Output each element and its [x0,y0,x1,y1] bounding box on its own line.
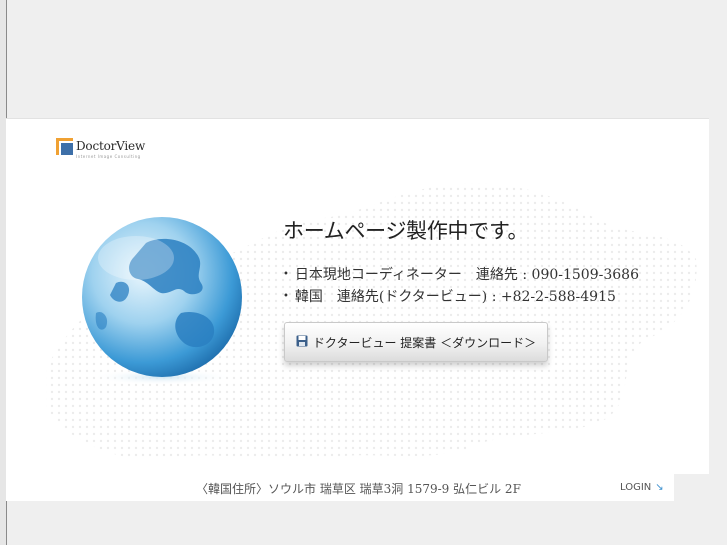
download-button-label: ドクタービュー 提案書 ＜ダウンロード＞ [312,335,537,350]
page-heading: ホームページ製作中です。 [283,219,529,243]
logo-mark-icon [56,137,73,155]
doctorview-logo[interactable]: DoctorView Internet Image Consulting [56,135,146,159]
company-address: 〈韓国住所〉ソウル市 瑞草区 瑞草3洞 1579-9 弘仁ビル 2F [196,482,521,496]
logo-tagline: Internet Image Consulting [76,154,141,159]
login-link[interactable]: LOGIN ↘ [620,482,664,493]
globe-illustration [82,217,242,385]
download-proposal-button[interactable]: ドクタービュー 提案書 ＜ダウンロード＞ [284,322,548,362]
logo-text: DoctorView [76,139,146,153]
bullet: • [283,269,289,280]
contact-list: • 日本現地コーディネーター 連絡先 : 090-1509-3686 • 韓国 連絡… [283,264,639,308]
contact-japan: • 日本現地コーディネーター 連絡先 : 090-1509-3686 [283,264,639,286]
bullet: • [283,291,289,302]
content-panel: DoctorView Internet Image Consulting ホーム… [6,118,709,474]
floppy-disk-icon [296,335,308,350]
contact-japan-text: 日本現地コーディネーター 連絡先 : 090-1509-3686 [294,267,639,283]
contact-korea-text: 韓国 連絡先(ドクタービュー) : +82-2-588-4915 [294,289,616,305]
arrow-down-right-icon: ↘ [655,482,664,493]
contact-korea: • 韓国 連絡先(ドクタービュー) : +82-2-588-4915 [283,286,639,308]
login-label: LOGIN [620,482,652,493]
